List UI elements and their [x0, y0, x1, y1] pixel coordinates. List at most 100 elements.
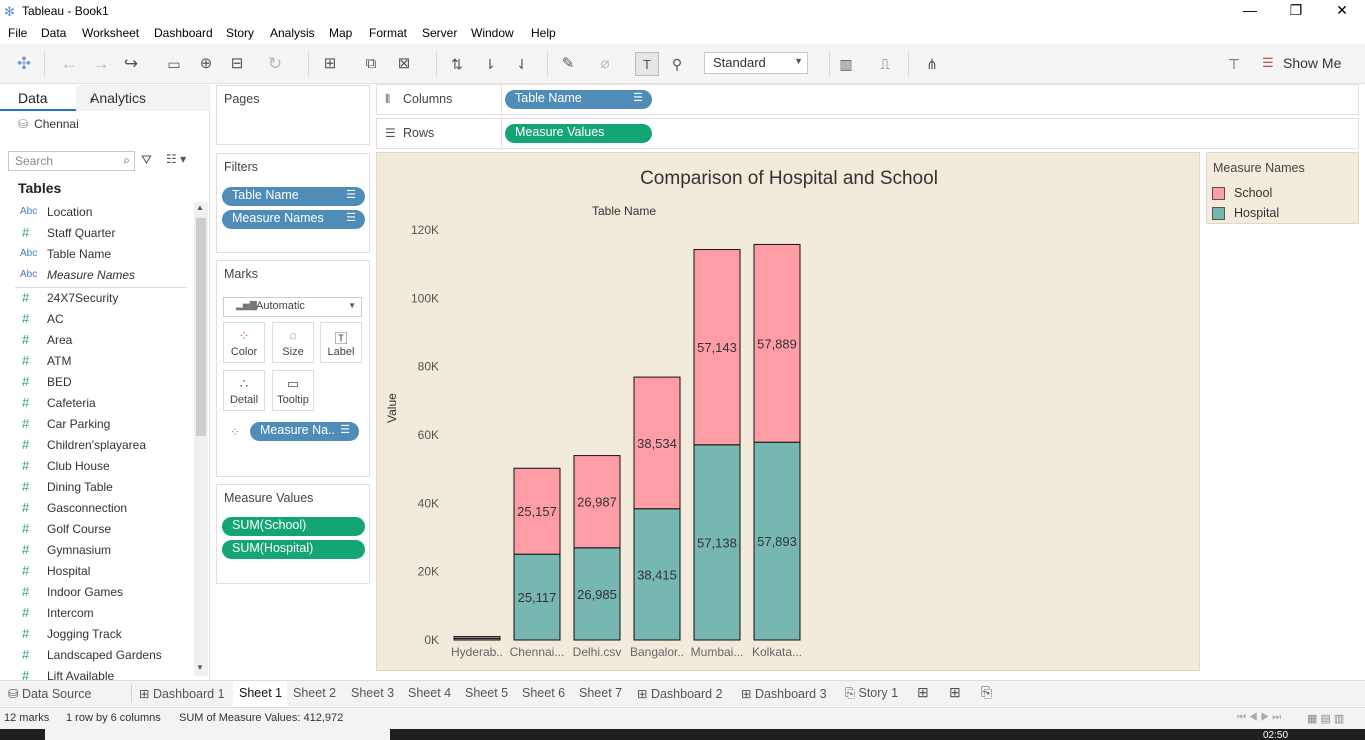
filter-pill-table-name[interactable]: Table Name ☰: [222, 187, 365, 206]
tab-sheet-6[interactable]: Sheet 6: [522, 681, 565, 706]
field-item[interactable]: Abc Location: [0, 202, 195, 223]
size-button[interactable]: ◌ Size: [272, 322, 314, 363]
new-worksheet-tab-icon[interactable]: ⊞: [917, 681, 929, 706]
menu-map[interactable]: Map: [329, 26, 352, 40]
view-list-icon[interactable]: ☷ ▾: [166, 152, 186, 166]
tab-dashboard-3[interactable]: ⊞ Dashboard 3: [741, 681, 827, 706]
view-mode-icons[interactable]: ▦ ▤ ▥: [1307, 712, 1344, 725]
replay-icon[interactable]: ↪: [119, 52, 143, 76]
field-item[interactable]: # Jogging Track: [0, 624, 195, 645]
tab-story-1[interactable]: ⎘ Story 1: [845, 681, 898, 706]
menu-analysis[interactable]: Analysis: [270, 26, 315, 40]
undo-icon[interactable]: ←: [57, 52, 81, 76]
field-item[interactable]: # AC: [0, 309, 195, 330]
menu-window[interactable]: Window: [471, 26, 514, 40]
tab-analytics[interactable]: Analytics ‹: [76, 85, 210, 111]
sort-descending-icon[interactable]: ⇃: [510, 52, 534, 76]
tableau-home-icon[interactable]: ✣: [12, 52, 36, 76]
field-item[interactable]: # Hospital: [0, 561, 195, 582]
show-me-button[interactable]: Show Me: [1283, 55, 1341, 71]
field-item[interactable]: #24X7Security: [0, 288, 195, 309]
tab-sheet-1[interactable]: Sheet 1: [233, 681, 287, 706]
close-button[interactable]: ✕: [1319, 2, 1365, 22]
field-item[interactable]: # Cafeteria: [0, 393, 195, 414]
duplicate-sheet-icon[interactable]: ⧉: [359, 52, 383, 76]
field-item[interactable]: # Children'splayarea: [0, 435, 195, 456]
menu-file[interactable]: File: [8, 26, 27, 40]
minimize-button[interactable]: —: [1227, 2, 1273, 22]
rows-pill-measure-values[interactable]: Measure Values: [505, 124, 652, 143]
tab-data-source[interactable]: ⛁ Data Source: [8, 681, 91, 706]
field-item[interactable]: # Golf Course: [0, 519, 195, 540]
filters-card[interactable]: Filters Table Name ☰ Measure Names ☰: [216, 153, 370, 253]
show-mark-labels-icon[interactable]: T: [635, 52, 659, 76]
fix-axes-icon[interactable]: ⚲: [665, 52, 689, 76]
chevron-down-icon[interactable]: ▼: [196, 663, 204, 672]
save-icon[interactable]: ▭: [162, 52, 186, 76]
show-me-icon[interactable]: ☰: [1262, 55, 1274, 71]
refresh-icon[interactable]: ↻: [263, 52, 287, 76]
tab-sheet-2[interactable]: Sheet 2: [293, 681, 336, 706]
columns-pill-table-name[interactable]: Table Name ☰: [505, 90, 652, 109]
menu-worksheet[interactable]: Worksheet: [82, 26, 139, 40]
field-item[interactable]: Abc Measure Names: [0, 265, 195, 286]
tooltip-button[interactable]: ▭ Tooltip: [272, 370, 314, 411]
chevron-up-icon[interactable]: ▲: [196, 203, 204, 212]
menu-dashboard[interactable]: Dashboard: [154, 26, 213, 40]
field-item[interactable]: # Intercom: [0, 603, 195, 624]
redo-icon[interactable]: →: [89, 52, 113, 76]
rows-shelf[interactable]: ☰ Rows Measure Values: [376, 118, 1359, 150]
tab-sheet-5[interactable]: Sheet 5: [465, 681, 508, 706]
bar-chart[interactable]: 0K 20K 40K 60K 80K 100K 120K Hyderab.. 25,117 25,…: [377, 153, 1201, 672]
field-item[interactable]: # BED: [0, 372, 195, 393]
collapse-pane-icon[interactable]: ‹: [90, 90, 204, 106]
menu-data[interactable]: Data: [41, 26, 66, 40]
pause-updates-icon[interactable]: ⊟: [225, 52, 249, 76]
new-dashboard-tab-icon[interactable]: ⊞: [949, 681, 961, 706]
filter-pill-measure-names[interactable]: Measure Names ☰: [222, 210, 365, 229]
fit-select[interactable]: Standard ▼: [704, 52, 808, 74]
field-item[interactable]: # Indoor Games: [0, 582, 195, 603]
datasource-item[interactable]: ⛁ Chennai: [18, 117, 79, 131]
pin-icon[interactable]: ⊤: [1222, 52, 1246, 76]
field-item[interactable]: # ATM: [0, 351, 195, 372]
taskbar-search[interactable]: [45, 729, 390, 740]
search-input[interactable]: Search ⌕: [8, 151, 135, 171]
menu-help[interactable]: Help: [531, 26, 556, 40]
field-item[interactable]: # Club House: [0, 456, 195, 477]
maximize-button[interactable]: ❐: [1273, 2, 1319, 22]
field-item[interactable]: # Dining Table: [0, 477, 195, 498]
field-item[interactable]: # Staff Quarter: [0, 223, 195, 244]
field-item[interactable]: # Area: [0, 330, 195, 351]
color-button[interactable]: ⁘ Color: [223, 322, 265, 363]
tab-sheet-7[interactable]: Sheet 7: [579, 681, 622, 706]
show-cards-icon[interactable]: ▥: [834, 52, 858, 76]
menu-server[interactable]: Server: [422, 26, 457, 40]
scrollbar-thumb[interactable]: [196, 218, 206, 436]
pages-card[interactable]: Pages: [216, 85, 370, 145]
tab-data[interactable]: Data: [0, 85, 76, 111]
menu-story[interactable]: Story: [226, 26, 254, 40]
measure-pill-hospital[interactable]: SUM(Hospital): [222, 540, 365, 559]
swap-rows-columns-icon[interactable]: ⇅: [445, 52, 469, 76]
field-item[interactable]: # Gasconnection: [0, 498, 195, 519]
tab-dashboard-2[interactable]: ⊞ Dashboard 2: [637, 681, 723, 706]
chart-view[interactable]: Comparison of Hospital and School Table …: [376, 152, 1200, 671]
field-item[interactable]: # Car Parking: [0, 414, 195, 435]
clear-sheet-icon[interactable]: ⊠: [392, 52, 416, 76]
page-nav-icons[interactable]: ⏮ ◀ ▶ ⏭: [1237, 712, 1281, 723]
tab-sheet-4[interactable]: Sheet 4: [408, 681, 451, 706]
tab-dashboard-1[interactable]: ⊞ Dashboard 1: [139, 681, 225, 706]
share-icon[interactable]: ⋔: [920, 52, 944, 76]
bar-school[interactable]: [453, 636, 501, 639]
presentation-mode-icon[interactable]: ⎍: [873, 52, 897, 76]
color-pill-measure-names[interactable]: Measure Na.. ☰: [250, 422, 359, 441]
field-item[interactable]: # Landscaped Gardens: [0, 645, 195, 666]
measure-pill-school[interactable]: SUM(School): [222, 517, 365, 536]
field-item[interactable]: Abc Table Name: [0, 244, 195, 265]
detail-button[interactable]: ∴ Detail: [223, 370, 265, 411]
new-worksheet-icon[interactable]: ⊞: [318, 52, 342, 76]
new-story-tab-icon[interactable]: ⎘: [981, 681, 992, 706]
columns-shelf[interactable]: ⦀ Columns Table Name ☰: [376, 84, 1359, 116]
new-datasource-icon[interactable]: ⊕: [194, 52, 218, 76]
